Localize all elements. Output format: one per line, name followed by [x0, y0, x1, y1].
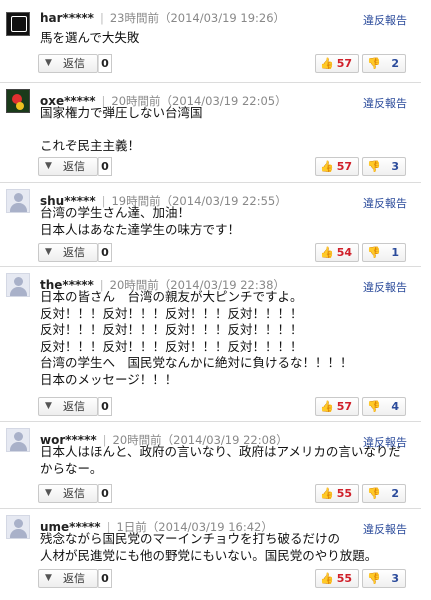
- reply-button[interactable]: ▼ 返信: [38, 397, 98, 416]
- comment-item: oxe***** | 20時間前（2014/03/19 22:05） 違反報告 国家…: [0, 83, 421, 183]
- reply-count: 0: [98, 569, 112, 588]
- report-link[interactable]: 違反報告: [363, 279, 407, 295]
- dislike-count: 2: [391, 57, 399, 70]
- thumbs-up-icon: 👍: [320, 160, 334, 173]
- thumbs-up-icon: 👍: [320, 400, 334, 413]
- report-link[interactable]: 違反報告: [363, 12, 407, 28]
- comment-item: har***** | 23時間前（2014/03/19 19:26） 違反報告 馬を…: [0, 0, 421, 83]
- user-avatar[interactable]: [6, 515, 30, 539]
- reply-button[interactable]: ▼ 返信: [38, 484, 98, 503]
- thumbs-down-icon: 👎: [367, 400, 381, 413]
- comment-text: 台湾の学生さん達、加油！ 日本人はあなた達学生の味方です！: [40, 205, 241, 237]
- reply-label: 返信: [63, 57, 85, 70]
- reply-count: 0: [98, 243, 112, 262]
- chevron-down-icon: ▼: [45, 488, 52, 498]
- reply-button[interactable]: ▼ 返信: [38, 243, 98, 262]
- dislike-button[interactable]: 👎 3: [362, 569, 406, 588]
- comment-text: 日本人はほんと、政府の言いなり、政府はアメリカの言いなりだ からなー。: [40, 444, 401, 476]
- user-avatar[interactable]: [6, 12, 30, 36]
- dislike-count: 2: [391, 487, 399, 500]
- comment-actions: ▼ 返信 0 👍 57 👎 3: [38, 157, 413, 177]
- like-count: 55: [336, 487, 352, 500]
- report-link[interactable]: 違反報告: [363, 95, 407, 111]
- thumbs-down-icon: 👎: [367, 246, 381, 259]
- comment-actions: ▼ 返信 0 👍 57 👎 2: [38, 54, 413, 74]
- dislike-button[interactable]: 👎 4: [362, 397, 406, 416]
- thumbs-down-icon: 👎: [367, 487, 381, 500]
- comment-item: ume***** | 1日前（2014/03/19 16:42） 違反報告 残念なが…: [0, 509, 421, 600]
- like-button[interactable]: 👍 55: [315, 569, 359, 588]
- comment-text: 残念ながら国民党のマーインチョウを打ち破るだけの 人材が民進党にも他の野党にもい…: [40, 531, 378, 563]
- reply-count: 0: [98, 397, 112, 416]
- comment-text: 馬を選んで大失敗: [40, 30, 140, 45]
- comment-actions: ▼ 返信 0 👍 57 👎 4: [38, 397, 413, 417]
- like-button[interactable]: 👍 57: [315, 157, 359, 176]
- user-avatar[interactable]: [6, 89, 30, 113]
- reply-label: 返信: [63, 487, 85, 500]
- reply-count: 0: [98, 484, 112, 503]
- dislike-count: 3: [391, 160, 399, 173]
- comment-item: wor***** | 20時間前（2014/03/19 22:08） 違反報告 日本…: [0, 422, 421, 509]
- like-count: 57: [336, 400, 352, 413]
- reply-button[interactable]: ▼ 返信: [38, 54, 98, 73]
- reply-count: 0: [98, 157, 112, 176]
- dislike-count: 3: [391, 572, 399, 585]
- dislike-count: 4: [391, 400, 399, 413]
- separator: |: [99, 11, 104, 25]
- dislike-button[interactable]: 👎 2: [362, 484, 406, 503]
- chevron-down-icon: ▼: [45, 401, 52, 411]
- thumbs-down-icon: 👎: [367, 160, 381, 173]
- comment-actions: ▼ 返信 0 👍 55 👎 3: [38, 569, 413, 589]
- dislike-button[interactable]: 👎 3: [362, 157, 406, 176]
- comment-item: the***** | 20時間前（2014/03/19 22:38） 違反報告 日本…: [0, 267, 421, 422]
- report-link[interactable]: 違反報告: [363, 195, 407, 211]
- chevron-down-icon: ▼: [45, 161, 52, 171]
- comment-actions: ▼ 返信 0 👍 55 👎 2: [38, 484, 413, 504]
- thumbs-down-icon: 👎: [367, 57, 381, 70]
- thumbs-up-icon: 👍: [320, 246, 334, 259]
- like-count: 57: [336, 160, 352, 173]
- thumbs-up-icon: 👍: [320, 487, 334, 500]
- thumbs-up-icon: 👍: [320, 572, 334, 585]
- dislike-button[interactable]: 👎 1: [362, 243, 406, 262]
- like-button[interactable]: 👍 57: [315, 397, 359, 416]
- comment-text: 日本の皆さん 台湾の親友が大ピンチですよ。 反対！！！反対！！！反対！！！反対！…: [40, 289, 353, 387]
- like-button[interactable]: 👍 54: [315, 243, 359, 262]
- dislike-button[interactable]: 👎 2: [362, 54, 406, 73]
- chevron-down-icon: ▼: [45, 58, 52, 68]
- reply-label: 返信: [63, 400, 85, 413]
- reply-label: 返信: [63, 246, 85, 259]
- like-button[interactable]: 👍 57: [315, 54, 359, 73]
- reply-count: 0: [98, 54, 112, 73]
- reply-label: 返信: [63, 160, 85, 173]
- comment-actions: ▼ 返信 0 👍 54 👎 1: [38, 243, 413, 263]
- chevron-down-icon: ▼: [45, 573, 52, 583]
- like-count: 57: [336, 57, 352, 70]
- user-avatar[interactable]: [6, 273, 30, 297]
- like-count: 54: [336, 246, 352, 259]
- thumbs-down-icon: 👎: [367, 572, 381, 585]
- thumbs-up-icon: 👍: [320, 57, 334, 70]
- comment-text: 国家権力で弾圧しない台湾国 これぞ民主主義！: [40, 105, 203, 153]
- like-count: 55: [336, 572, 352, 585]
- user-avatar[interactable]: [6, 189, 30, 213]
- timestamp: 23時間前（2014/03/19 19:26）: [109, 11, 286, 25]
- comment-item: shu***** | 19時間前（2014/03/19 22:55） 違反報告 台湾…: [0, 183, 421, 267]
- user-avatar[interactable]: [6, 428, 30, 452]
- reply-button[interactable]: ▼ 返信: [38, 157, 98, 176]
- dislike-count: 1: [391, 246, 399, 259]
- like-button[interactable]: 👍 55: [315, 484, 359, 503]
- reply-button[interactable]: ▼ 返信: [38, 569, 98, 588]
- reply-label: 返信: [63, 572, 85, 585]
- username[interactable]: har*****: [40, 11, 94, 25]
- chevron-down-icon: ▼: [45, 247, 52, 257]
